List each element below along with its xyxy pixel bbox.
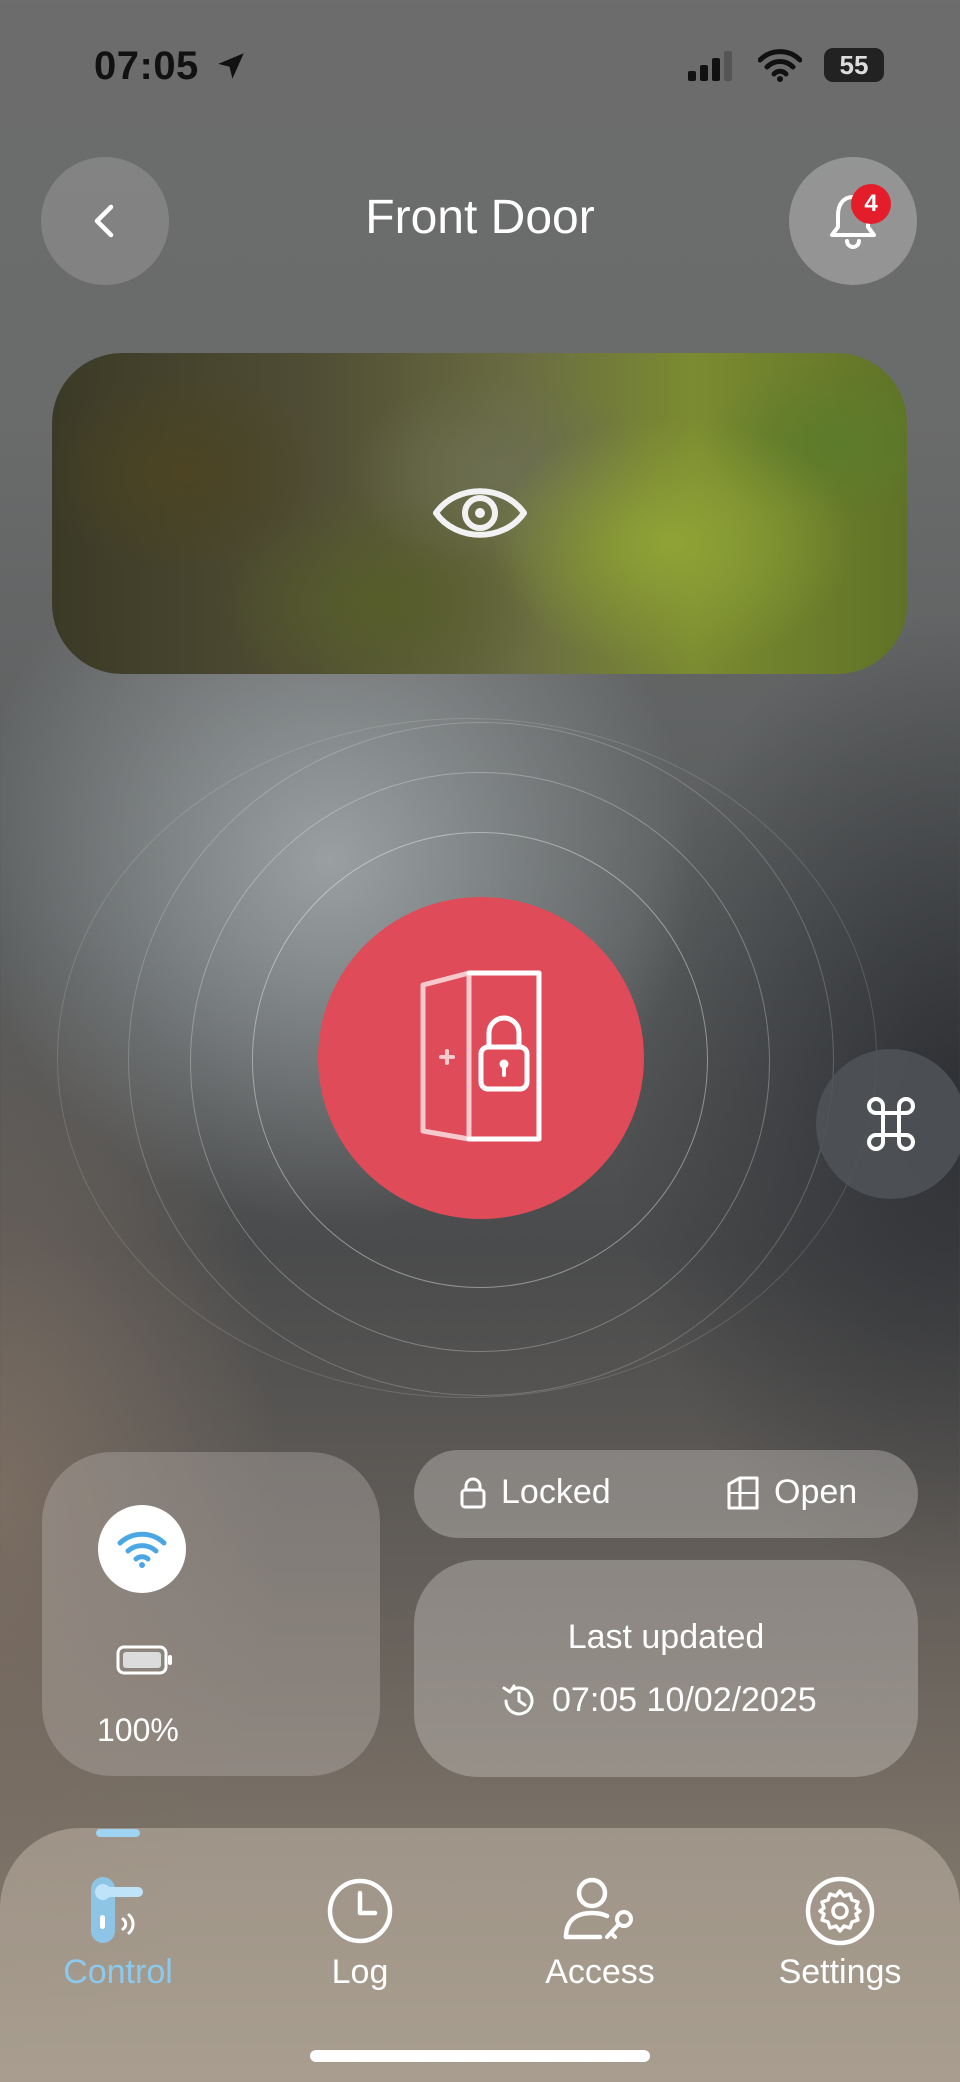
- notification-badge: 4: [851, 184, 891, 224]
- last-updated-card: [414, 1560, 918, 1777]
- command-icon: [867, 1097, 915, 1151]
- lock-state-label: Locked: [501, 1473, 611, 1511]
- home-indicator[interactable]: [310, 2050, 650, 2062]
- tab-access[interactable]: Access: [520, 1875, 680, 1992]
- location-arrow-icon: [218, 53, 245, 79]
- user-key-icon: [563, 1877, 633, 1940]
- wifi-icon: [758, 49, 802, 82]
- tab-log-label: Log: [331, 1953, 389, 1991]
- battery-level-text: 55: [839, 49, 869, 80]
- device-status-card: [42, 1452, 380, 1776]
- padlock-icon: [460, 1477, 486, 1508]
- door-state: Open: [726, 1473, 857, 1512]
- tab-control-label: Control: [63, 1953, 173, 1991]
- status-time-text: 07:05: [94, 44, 199, 88]
- connection-status: [98, 1505, 186, 1593]
- door-state-label: Open: [774, 1473, 858, 1511]
- clock-icon: [327, 1878, 393, 1944]
- last-updated-time: 07:05 10/02/2025: [500, 1681, 817, 1720]
- door-lock-icon: [420, 970, 542, 1142]
- last-updated-timestamp: 07:05 10/02/2025: [552, 1681, 817, 1719]
- tab-control[interactable]: Control: [38, 1875, 198, 1992]
- tab-access-label: Access: [545, 1953, 655, 1991]
- battery-percentage: 100%: [97, 1712, 179, 1748]
- status-time: 07:05: [94, 44, 248, 89]
- tab-settings-label: Settings: [778, 1953, 902, 1991]
- gear-icon: [805, 1876, 875, 1946]
- lock-toggle-button[interactable]: [318, 897, 644, 1219]
- lock-state: Locked: [459, 1473, 611, 1512]
- tab-log[interactable]: Log: [280, 1875, 440, 1992]
- battery-indicator: 55: [824, 48, 884, 82]
- last-updated-label: Last updated: [567, 1618, 765, 1656]
- history-icon: [502, 1684, 534, 1715]
- eye-icon[interactable]: [430, 478, 530, 548]
- notifications-button[interactable]: 4: [789, 157, 917, 285]
- battery-icon: [116, 1645, 172, 1675]
- door-handle-icon: [91, 1877, 143, 1943]
- shortcut-button[interactable]: [816, 1049, 960, 1199]
- tab-settings[interactable]: Settings: [760, 1875, 920, 1992]
- active-tab-indicator: [96, 1829, 140, 1837]
- door-open-icon: [727, 1476, 759, 1509]
- signal-icon: [688, 51, 732, 81]
- wifi-icon: [117, 1531, 167, 1568]
- status-icons: 55: [686, 48, 884, 82]
